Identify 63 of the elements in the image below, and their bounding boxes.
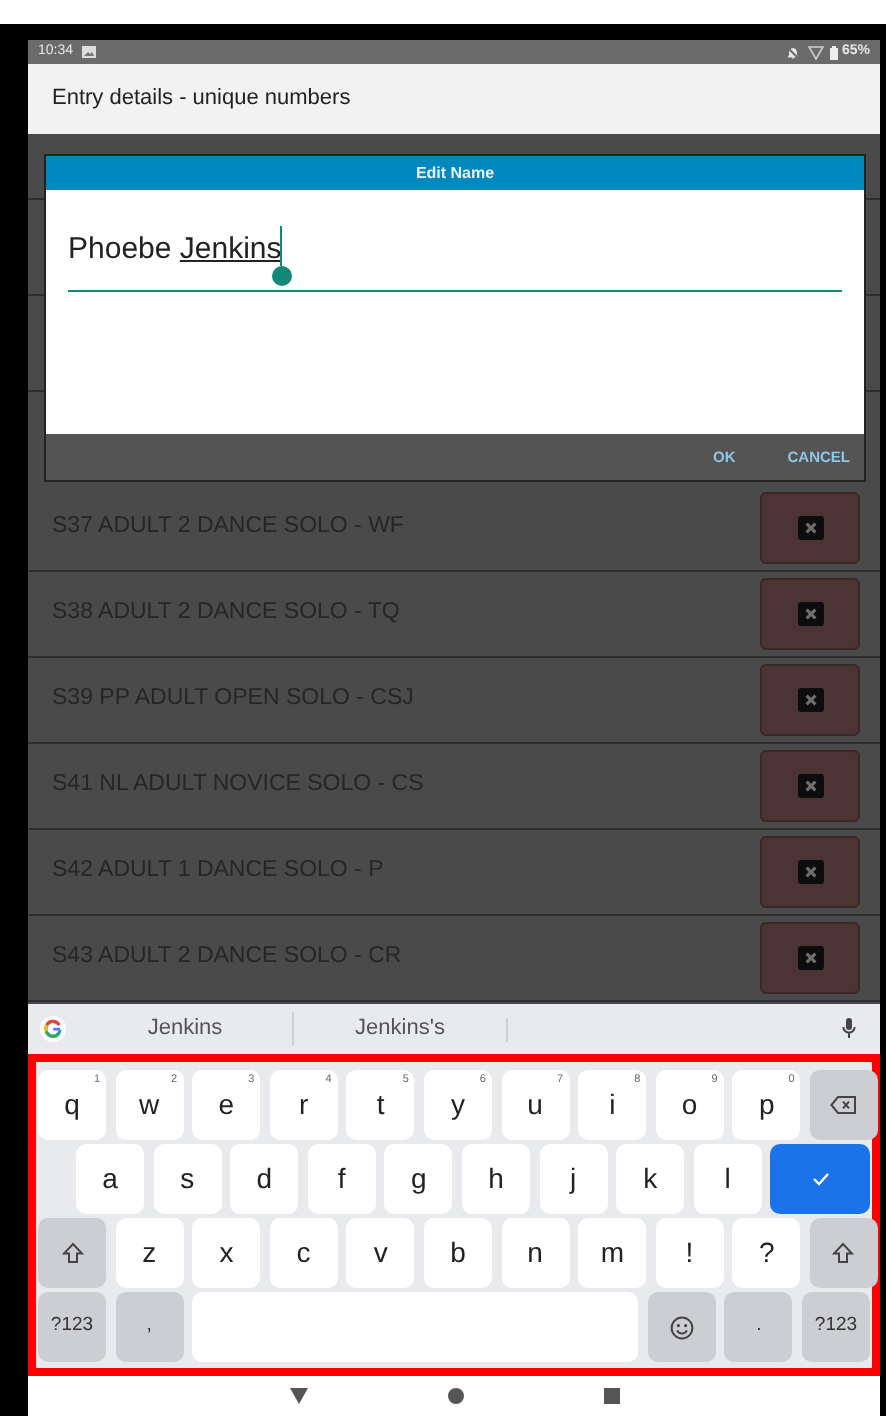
key-label: t <box>376 1086 385 1124</box>
smiley-icon <box>669 1315 694 1339</box>
key-label: e <box>218 1086 235 1124</box>
close-icon <box>797 516 823 540</box>
key[interactable]: ?123 <box>38 1292 106 1362</box>
key-label: r <box>298 1086 309 1124</box>
close-icon <box>797 860 823 884</box>
shift-key[interactable] <box>38 1218 106 1288</box>
name-input-field[interactable]: Phoebe Jenkins <box>68 230 842 292</box>
key-label: q <box>64 1086 80 1124</box>
input-text: Jenkins <box>179 230 282 270</box>
notifications-off-icon <box>785 45 800 59</box>
backspace-icon <box>830 1096 857 1114</box>
key[interactable]: k <box>616 1144 685 1214</box>
checkmark-icon <box>811 1172 830 1186</box>
key-label: o <box>681 1086 698 1124</box>
close-icon <box>797 688 823 712</box>
key[interactable]: f <box>307 1144 376 1214</box>
key[interactable]: z <box>115 1218 184 1288</box>
key[interactable]: ? <box>732 1218 801 1288</box>
wifi-icon <box>807 45 824 59</box>
key[interactable]: j <box>539 1144 608 1214</box>
key-label: i <box>609 1086 616 1124</box>
key[interactable]: ! <box>655 1218 724 1288</box>
key[interactable]: n <box>501 1218 570 1288</box>
key[interactable]: . <box>724 1292 793 1362</box>
shift-key[interactable] <box>809 1218 878 1288</box>
key[interactable]: b <box>423 1218 492 1288</box>
key[interactable]: a <box>76 1144 144 1214</box>
key[interactable]: d <box>230 1144 299 1214</box>
image-icon <box>81 46 96 58</box>
key[interactable]: m <box>578 1218 647 1288</box>
close-icon <box>797 774 823 798</box>
key[interactable]: h <box>461 1144 530 1214</box>
backspace-key[interactable] <box>809 1070 878 1140</box>
shift-icon <box>832 1242 855 1264</box>
key[interactable]: v <box>346 1218 415 1288</box>
key[interactable]: x <box>192 1218 261 1288</box>
close-icon <box>797 602 823 626</box>
home-icon[interactable] <box>447 1388 463 1404</box>
g-logo-icon[interactable] <box>40 1016 66 1042</box>
key[interactable]: , <box>115 1292 184 1362</box>
back-icon[interactable] <box>289 1388 307 1404</box>
suggestion[interactable]: Jenkins's <box>355 1012 445 1046</box>
key[interactable]: c <box>269 1218 338 1288</box>
emoji-key[interactable] <box>647 1292 716 1362</box>
input-text: Phoebe <box>68 230 174 270</box>
key-label: y <box>450 1086 465 1124</box>
recents-icon[interactable] <box>603 1388 619 1404</box>
key[interactable]: s <box>153 1144 222 1214</box>
suggestion[interactable]: Jenkins <box>147 1012 223 1046</box>
key-label: p <box>758 1086 775 1124</box>
dialog-title: Edit Name <box>415 161 495 185</box>
key[interactable]: g <box>384 1144 453 1214</box>
screen-title: Entry details - unique numbers <box>52 84 351 115</box>
key[interactable]: ?123 <box>802 1292 870 1362</box>
microphone-icon[interactable] <box>842 1018 856 1040</box>
key[interactable]: l <box>693 1144 762 1214</box>
close-icon <box>797 946 823 970</box>
battery-icon <box>829 45 838 59</box>
key-label: u <box>527 1086 543 1124</box>
shift-icon <box>61 1242 83 1264</box>
key-label: w <box>139 1086 160 1124</box>
